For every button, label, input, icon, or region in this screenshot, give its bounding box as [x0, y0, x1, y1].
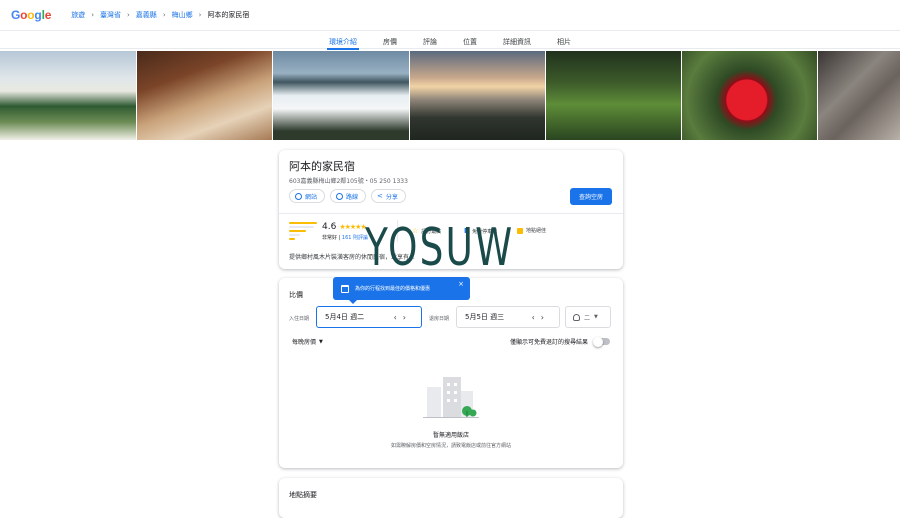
share-button[interactable]: < 分享	[371, 189, 406, 203]
summary-title: 地點摘要	[289, 491, 317, 499]
globe-icon	[295, 192, 302, 200]
hotel-address: 603嘉義縣梅山鄉2鄰105號・05 250 1333	[289, 178, 408, 185]
star-rating-icon: ★★★★★	[339, 223, 366, 231]
person-icon	[573, 313, 580, 321]
share-icon: <	[377, 192, 383, 200]
price-compare-card: 比價 為你的行程找到最佳的價格和優惠 × 入住日期 5月4日 週二 ‹› 退房日…	[279, 277, 623, 468]
toggle-label: 僅顯示可免費退訂的搜尋結果	[509, 339, 588, 346]
chevron-right-icon: ›	[127, 11, 130, 19]
website-label: 網站	[305, 193, 318, 201]
free-cancel-filter: 僅顯示可免費退訂的搜尋結果	[509, 336, 610, 347]
photo-bedroom[interactable]	[137, 51, 272, 140]
rating-label: 非常好	[322, 235, 338, 241]
photo-forest[interactable]	[546, 51, 681, 140]
tab-reviews[interactable]: 評論	[423, 31, 437, 49]
checkin-value: 5月4日 週二	[325, 313, 365, 321]
divider	[279, 213, 623, 214]
free-cancel-toggle[interactable]	[593, 336, 610, 347]
checkin-label: 入住日期	[289, 316, 310, 322]
date-nav-arrows-icon[interactable]: ‹›	[532, 313, 550, 322]
google-logo[interactable]: Google	[11, 8, 51, 22]
directions-icon	[336, 192, 344, 200]
flag-icon	[517, 227, 523, 234]
check-availability-button[interactable]: 查詢空房	[569, 188, 612, 205]
action-chips: 網站 路線 < 分享	[289, 189, 406, 203]
photo-rock[interactable]	[818, 51, 900, 140]
tab-photos[interactable]: 相片	[557, 31, 571, 49]
price-mode-dropdown[interactable]: 每晚房價 ▼	[292, 337, 323, 347]
hotel-name: 阿本的家民宿	[289, 160, 355, 173]
watermark: YOSUW	[365, 218, 515, 278]
dropdown-arrow-icon: ▼	[594, 314, 598, 320]
tab-overview[interactable]: 環境介紹	[327, 31, 359, 50]
rating-score: 4.6	[322, 222, 337, 232]
compare-title: 比價	[289, 291, 303, 299]
checkin-date-field[interactable]: 5月4日 週二 ‹›	[316, 306, 422, 328]
photo-exterior[interactable]	[0, 51, 136, 140]
date-nav-arrows-icon[interactable]: ‹›	[394, 313, 412, 322]
checkout-value: 5月5日 週三	[465, 313, 505, 321]
photo-sea-of-clouds[interactable]	[273, 51, 409, 140]
chevron-right-icon: ›	[162, 11, 166, 19]
tooltip-text: 為你的行程找到最佳的價格和優惠	[355, 286, 431, 292]
directions-button[interactable]: 路線	[330, 189, 367, 203]
amenity-location: 地點絕佳	[517, 227, 546, 234]
tab-details[interactable]: 詳細資訊	[503, 31, 531, 49]
price-mode-label: 每晚房價	[292, 339, 317, 346]
guest-selector[interactable]: 二 ▼	[565, 306, 611, 328]
checkout-date-field[interactable]: 5月5日 週三 ‹›	[456, 306, 560, 328]
chevron-right-icon: ›	[91, 11, 94, 19]
breadcrumb: 旅遊 › 臺灣省 › 嘉義縣 › 梅山鄉 › 阿本的家民宿	[71, 10, 249, 20]
directions-label: 路線	[346, 193, 359, 201]
photo-gallery	[0, 51, 900, 140]
tab-location[interactable]: 位置	[463, 31, 477, 49]
close-icon[interactable]: ×	[458, 280, 464, 288]
checkout-label: 退房日期	[429, 316, 450, 322]
photo-camellia[interactable]	[682, 51, 817, 140]
empty-state-title: 暫無適用飯店	[432, 432, 469, 439]
breadcrumb-travel[interactable]: 旅遊	[71, 10, 85, 20]
rating-bars	[289, 222, 317, 240]
breadcrumb-hotel: 阿本的家民宿	[207, 11, 250, 19]
website-button[interactable]: 網站	[289, 189, 326, 203]
dropdown-arrow-icon: ▼	[319, 338, 323, 345]
breadcrumb-county[interactable]: 嘉義縣	[136, 10, 157, 20]
rating-summary[interactable]: 4.6 ★★★★★ 非常好 | 161 則評論	[289, 222, 369, 241]
photo-sunrise[interactable]	[410, 51, 545, 140]
chevron-right-icon: ›	[198, 11, 202, 19]
tab-prices[interactable]: 房價	[383, 31, 397, 49]
rating-subtitle: 非常好 | 161 則評論	[322, 235, 369, 241]
breadcrumb-province[interactable]: 臺灣省	[100, 10, 121, 20]
location-summary-card: 地點摘要	[279, 478, 623, 518]
empty-state-subtitle: 如需瞭解房價和空房情況，請致電飯店或前往官方網站	[390, 443, 511, 449]
promo-tooltip: 為你的行程找到最佳的價格和優惠 ×	[333, 277, 470, 304]
empty-hotel-illustration	[423, 377, 479, 418]
guest-count: 二	[584, 314, 591, 322]
breadcrumb-township[interactable]: 梅山鄉	[172, 10, 193, 20]
share-label: 分享	[385, 193, 398, 201]
section-tabs: 環境介紹 房價 評論 位置 詳細資訊 相片	[0, 31, 900, 50]
amenity-label: 地點絕佳	[526, 228, 547, 234]
top-bar: Google 旅遊 › 臺灣省 › 嘉義縣 › 梅山鄉 › 阿本的家民宿	[0, 0, 900, 31]
calendar-icon	[341, 284, 349, 293]
